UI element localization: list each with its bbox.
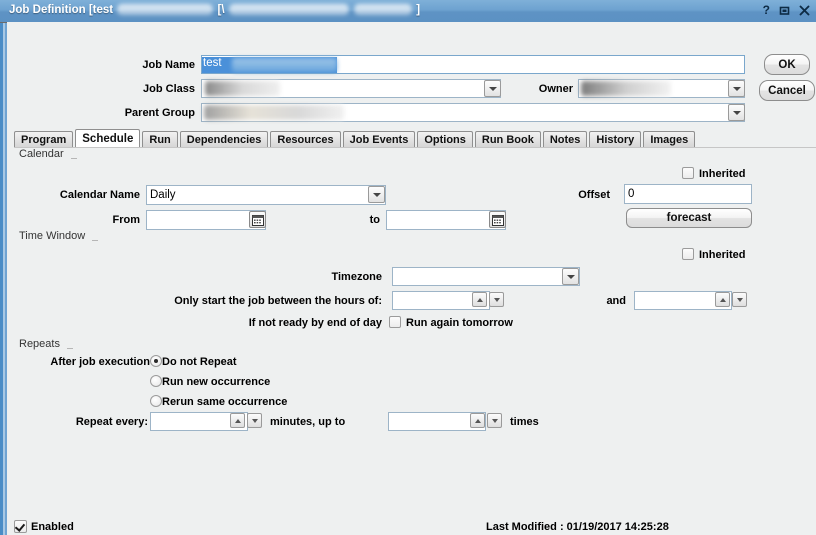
radio-run-new-occurrence-label: Run new occurrence — [162, 376, 271, 388]
radio-do-not-repeat-label: Do not Repeat — [162, 356, 237, 368]
parent-group-redaction — [204, 105, 344, 120]
help-icon[interactable]: ? — [763, 3, 770, 17]
start-hour-from-spinner-up[interactable] — [472, 292, 487, 307]
run-again-tomorrow-label: Run again tomorrow — [406, 317, 513, 329]
enabled-checkbox[interactable] — [14, 520, 27, 533]
job-name-redaction — [232, 58, 337, 72]
job-class-redaction — [205, 81, 280, 96]
repeat-times-spinner-up[interactable] — [470, 413, 485, 428]
calendar-group-label: Calendar — [19, 148, 64, 160]
repeat-times-spinner-down[interactable] — [487, 413, 502, 428]
calendar-name-dropdown-arrow[interactable] — [368, 186, 385, 203]
time-window-inherited-label: Inherited — [699, 249, 746, 261]
repeats-group-tick — [67, 348, 73, 349]
to-label: to — [369, 214, 380, 226]
timezone-combo[interactable] — [392, 267, 580, 286]
repeat-every-unit-label: minutes, up to — [270, 416, 346, 428]
radio-run-new-occurrence[interactable] — [150, 375, 162, 387]
timezone-label: Timezone — [331, 271, 382, 283]
tab-history[interactable]: History — [589, 131, 642, 148]
parent-group-label: Parent Group — [124, 107, 195, 119]
window-title-prefix: Job Definition [test — [9, 4, 114, 16]
tab-run-book[interactable]: Run Book — [474, 131, 541, 148]
last-modified-text: Last Modified : 01/19/2017 14:25:28 — [486, 521, 669, 533]
tab-notes[interactable]: Notes — [542, 131, 588, 148]
window-title-suffix: ] — [416, 4, 421, 16]
window-title-mid: [\ — [217, 4, 225, 16]
job-class-label: Job Class — [143, 83, 195, 95]
timezone-dropdown-arrow[interactable] — [562, 268, 579, 285]
owner-label: Owner — [538, 83, 573, 95]
run-again-tomorrow-checkbox[interactable] — [389, 316, 401, 328]
after-job-execution-label: After job execution — [50, 356, 150, 368]
radio-do-not-repeat[interactable] — [150, 355, 162, 367]
enabled-label: Enabled — [31, 521, 74, 533]
repeat-every-spinner-down[interactable] — [247, 413, 262, 428]
time-window-inherited-checkbox[interactable] — [682, 248, 694, 260]
close-icon[interactable] — [799, 5, 810, 16]
time-window-group-label: Time Window — [19, 230, 86, 242]
owner-redaction — [581, 81, 671, 96]
from-label: From — [112, 214, 141, 226]
tab-run[interactable]: Run — [142, 131, 178, 148]
parent-group-dropdown-arrow[interactable] — [728, 104, 745, 121]
to-date-input[interactable] — [386, 210, 506, 230]
from-date-input[interactable] — [146, 210, 266, 230]
maximize-icon[interactable] — [779, 5, 790, 16]
tab-strip: Program Schedule Run Dependencies Resour… — [14, 129, 697, 148]
tab-program[interactable]: Program — [14, 131, 74, 148]
tab-schedule[interactable]: Schedule — [75, 129, 141, 148]
ok-button[interactable]: OK — [764, 54, 810, 75]
parent-group-combo[interactable] — [201, 103, 745, 122]
calendar-name-label: Calendar Name — [59, 189, 140, 201]
repeat-every-label: Repeat every: — [75, 416, 148, 428]
title-redaction-2 — [228, 4, 349, 16]
radio-rerun-same-occurrence-label: Rerun same occurrence — [162, 396, 288, 408]
radio-rerun-same-occurrence[interactable] — [150, 395, 162, 407]
repeats-group-label: Repeats — [19, 338, 60, 350]
title-redaction-1 — [117, 4, 214, 16]
start-hour-from-spinner-down[interactable] — [489, 292, 504, 307]
calendar-inherited-checkbox[interactable] — [682, 167, 694, 179]
offset-label: Offset — [578, 189, 610, 201]
job-definition-window: Job Definition [test [\ ] ? Job Name tes… — [0, 0, 816, 535]
repeat-every-spinner-up[interactable] — [230, 413, 245, 428]
window-title: Job Definition [test [\ ] — [9, 4, 420, 16]
start-hour-to-spinner-up[interactable] — [715, 292, 730, 307]
tab-options[interactable]: Options — [417, 131, 473, 148]
offset-input[interactable]: 0 — [624, 184, 752, 204]
tab-images[interactable]: Images — [643, 131, 696, 148]
tab-dependencies[interactable]: Dependencies — [179, 131, 269, 148]
calendar-group-tick — [71, 158, 77, 159]
schedule-tab-panel: Calendar Inherited Calendar Name Daily F… — [14, 147, 816, 533]
cancel-button[interactable]: Cancel — [759, 80, 815, 101]
title-redaction-3 — [353, 4, 412, 16]
owner-combo[interactable] — [578, 79, 745, 98]
offset-value: 0 — [628, 188, 635, 200]
title-bar: Job Definition [test [\ ] ? — [0, 0, 816, 23]
tab-resources[interactable]: Resources — [270, 131, 341, 148]
start-hours-label: Only start the job between the hours of: — [174, 295, 382, 307]
job-name-input[interactable]: test — [201, 55, 745, 74]
calendar-name-combo[interactable]: Daily — [146, 185, 386, 205]
to-calendar-icon[interactable] — [489, 211, 506, 228]
end-of-day-label: If not ready by end of day — [248, 317, 382, 329]
client-area: Job Name test Job Class Owner Parent Gro… — [7, 22, 816, 535]
and-label: and — [606, 295, 626, 307]
start-hour-to-spinner-down[interactable] — [732, 292, 747, 307]
forecast-button[interactable]: forecast — [626, 208, 752, 228]
window-controls: ? — [763, 3, 810, 17]
repeat-times-label: times — [510, 416, 539, 428]
calendar-name-value: Daily — [150, 189, 176, 201]
owner-dropdown-arrow[interactable] — [728, 80, 745, 97]
from-calendar-icon[interactable] — [249, 211, 266, 228]
time-window-group-tick — [92, 240, 98, 241]
job-class-combo[interactable] — [201, 79, 501, 98]
calendar-inherited-label: Inherited — [699, 168, 746, 180]
job-name-label: Job Name — [142, 59, 195, 71]
tab-job-events[interactable]: Job Events — [342, 131, 416, 148]
